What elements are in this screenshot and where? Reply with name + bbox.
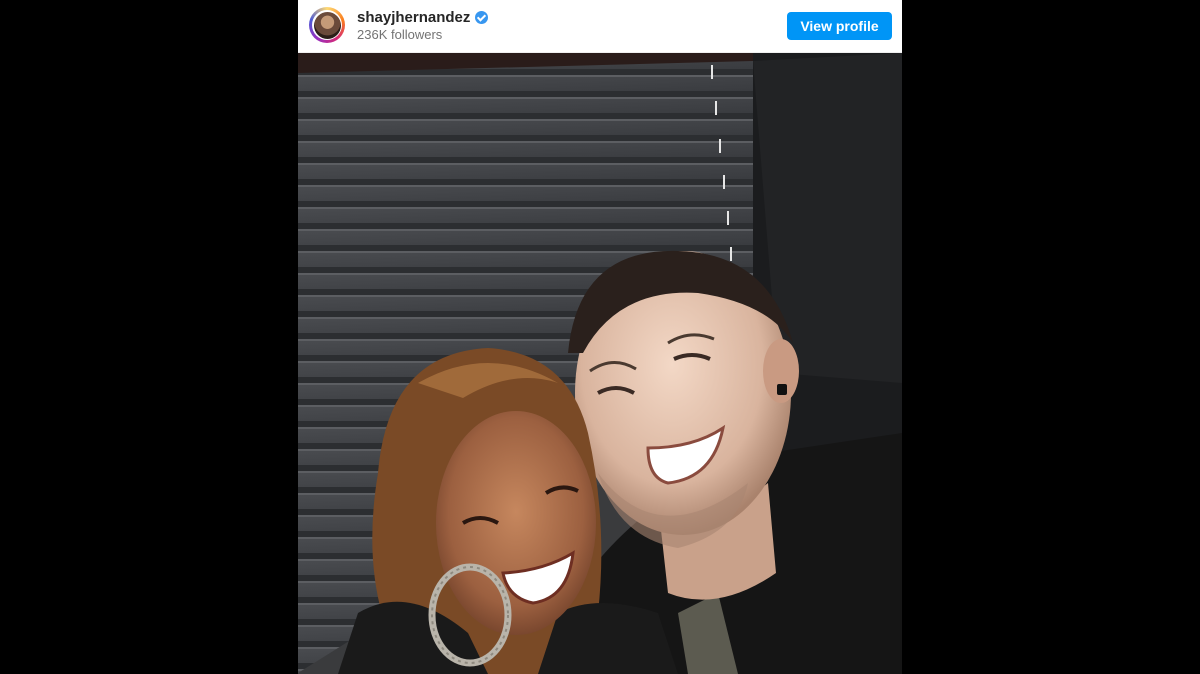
avatar[interactable] [309,7,345,43]
instagram-embed: shayjhernandez 236K followers View profi… [298,0,902,674]
verified-badge-icon [475,11,489,24]
follower-count: 236K followers [357,27,443,42]
avatar-image [313,11,341,39]
view-profile-button[interactable]: View profile [787,12,892,40]
post-photo[interactable] [298,53,902,674]
username-row: shayjhernandez [357,9,489,26]
username[interactable]: shayjhernandez [357,9,470,26]
photo-illustration [298,53,902,674]
post-header: shayjhernandez 236K followers View profi… [298,0,902,53]
